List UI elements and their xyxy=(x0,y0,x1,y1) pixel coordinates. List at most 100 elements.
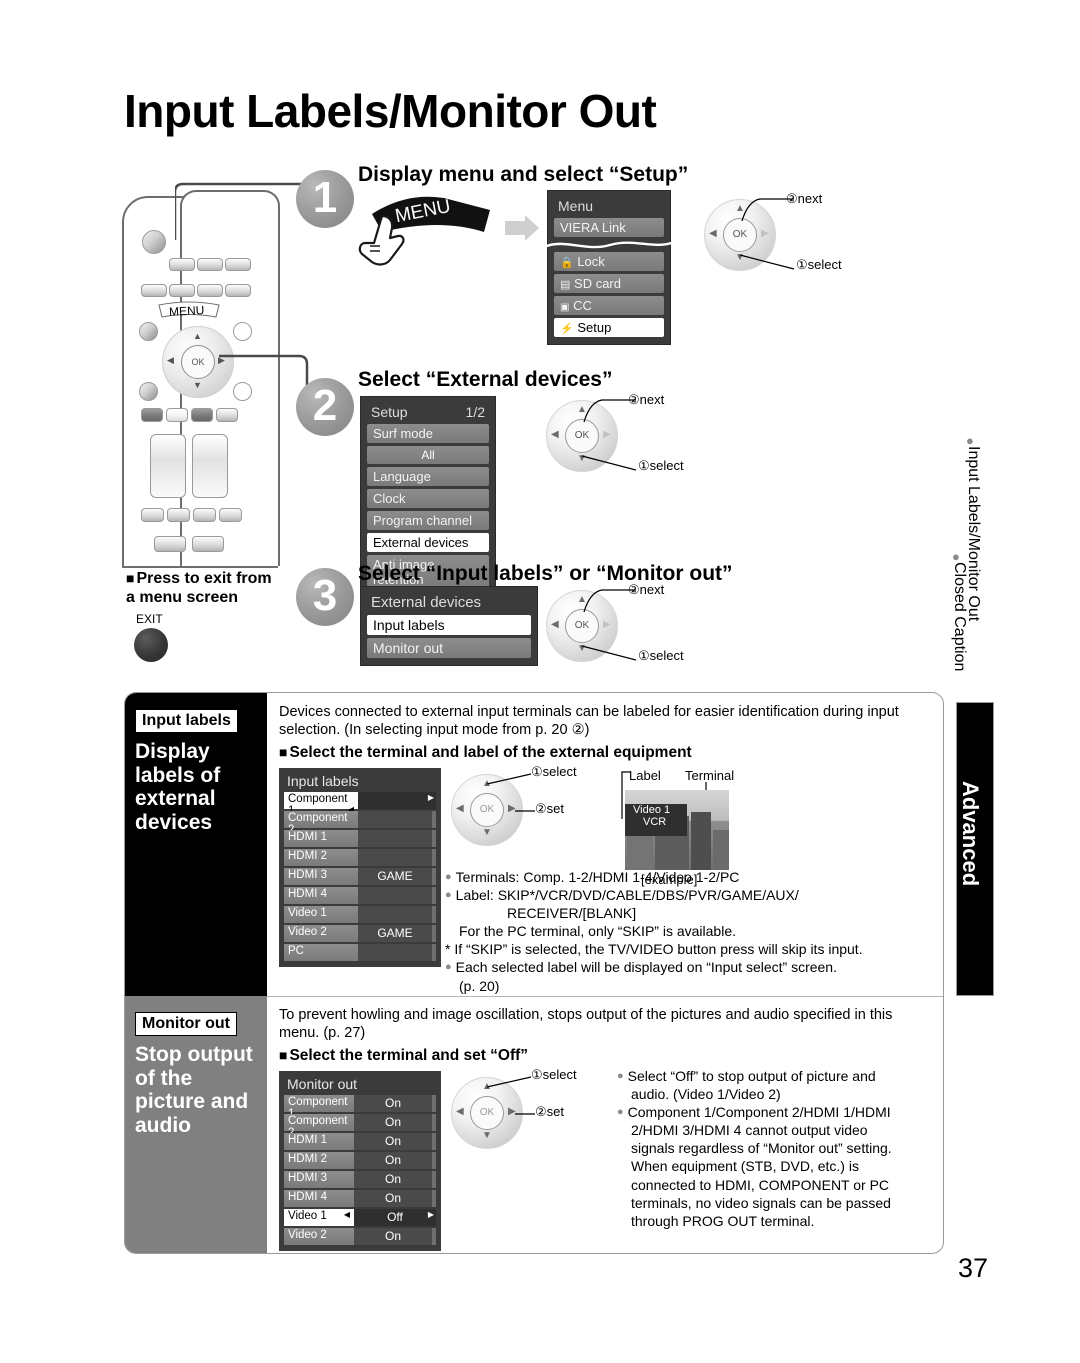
remote-rocker-key xyxy=(150,434,186,498)
exit-note-line1: Press to exit from xyxy=(126,570,306,588)
section-2-heading: Select the terminal and set “Off” xyxy=(279,1047,931,1065)
example-terminal-value: Video 1 xyxy=(633,803,671,816)
monitor-out-table-title: Monitor out xyxy=(287,1075,358,1092)
step-2-callout-select: ①select xyxy=(638,458,684,473)
advanced-tab[interactable]: Advanced xyxy=(956,702,994,996)
row-name: HDMI 3 xyxy=(284,867,358,885)
cc-icon: ▣ xyxy=(560,302,570,313)
row-name: HDMI 1 xyxy=(284,829,358,847)
callout-line-select xyxy=(581,645,637,661)
okpad-right-icon: ▶ xyxy=(603,429,611,440)
section-2-badge: Monitor out xyxy=(135,1012,237,1036)
osd-row-viera-link[interactable]: VIERA Link xyxy=(554,218,664,237)
osd-row-program-channel[interactable]: Program channel xyxy=(367,511,489,530)
sdcard-icon: ▤ xyxy=(560,279,571,291)
row-name: HDMI 4 xyxy=(284,1189,354,1207)
remote-key xyxy=(219,508,242,522)
osd-row-lock[interactable]: 🔒 Lock xyxy=(554,252,664,271)
table-row[interactable]: HDMI 4 On xyxy=(284,1189,436,1207)
table-row[interactable]: PC xyxy=(284,943,436,961)
osd-row-setup[interactable]: ⚡ Setup xyxy=(554,318,664,337)
example-terminal-caption: Terminal xyxy=(685,767,735,783)
note-item: audio. (Video 1/Video 2) xyxy=(631,1085,781,1102)
section-2-sidebar: Monitor out Stop output of the picture a… xyxy=(125,996,267,1253)
note-item: Component 1/Component 2/HDMI 1/HDMI xyxy=(617,1103,943,1121)
section-1-okpad-diagram: OK ▲ ▼ ◀ ▶ ①select ②set xyxy=(445,764,615,860)
remote-key xyxy=(197,284,223,297)
osd-row-surf-mode-value[interactable]: All xyxy=(367,446,489,464)
hand-pointer-icon xyxy=(358,214,405,266)
table-row[interactable]: Component 1 On xyxy=(284,1094,436,1120)
table-row[interactable]: HDMI 2 xyxy=(284,848,436,866)
table-row[interactable]: HDMI 4 xyxy=(284,886,436,904)
okpad-down-icon: ▼ xyxy=(482,1129,492,1141)
remote-key xyxy=(154,536,186,552)
row-name: Component 2 xyxy=(284,810,358,836)
osd-row-sd-card-label: SD card xyxy=(574,276,621,291)
osd-setup-titlebar: Setup 1/2 xyxy=(367,402,489,424)
table-row[interactable]: Component 2 On xyxy=(284,1113,436,1139)
osd-row-sd-card[interactable]: ▤ SD card xyxy=(554,274,664,293)
row-value xyxy=(358,810,436,828)
input-labels-table: Input labels Component 1 Component 2 HDM… xyxy=(279,767,441,967)
section-2-notes: Select “Off” to stop output of picture a… xyxy=(617,1067,943,1231)
osd-row-surf-mode[interactable]: Surf mode xyxy=(367,424,489,443)
section-1-subtitle: Display labels of external devices xyxy=(135,740,221,834)
step-1-heading: Display menu and select “Setup” xyxy=(358,163,689,186)
remote-key xyxy=(192,536,224,552)
table-row[interactable]: Video 1 Off xyxy=(284,1208,436,1226)
page-number: 37 xyxy=(958,1253,989,1283)
osd-external-devices: External devices Input labels Monitor ou… xyxy=(360,586,538,666)
exit-button[interactable] xyxy=(134,628,168,662)
section-1-badge: Input labels xyxy=(135,709,238,733)
table-row[interactable]: Component 1 xyxy=(284,791,436,817)
remote-round-key xyxy=(139,382,158,401)
osd-menu-title: Menu xyxy=(558,198,594,214)
table-row[interactable]: HDMI 3 GAME xyxy=(284,867,436,885)
osd-row-clock[interactable]: Clock xyxy=(367,489,489,508)
table-row[interactable]: Video 1 xyxy=(284,905,436,923)
okpad-ok-button[interactable]: OK xyxy=(470,792,504,827)
section-1-sidebar: Input labels Display labels of external … xyxy=(125,693,267,996)
table-row[interactable]: HDMI 2 On xyxy=(284,1151,436,1169)
osd-row-cc[interactable]: ▣ CC xyxy=(554,296,664,315)
callout-line-select xyxy=(581,455,637,471)
okpad-ok-button[interactable]: OK xyxy=(470,1095,504,1130)
note-item: Each selected label will be displayed on… xyxy=(445,958,943,976)
section-2-callout-set: ②set xyxy=(535,1103,564,1119)
osd-row-external-devices[interactable]: External devices xyxy=(367,533,489,552)
note-item: Select “Off” to stop output of picture a… xyxy=(617,1067,943,1085)
remote-key xyxy=(197,258,223,271)
row-name: HDMI 1 xyxy=(284,1132,354,1150)
callout-line-select xyxy=(486,772,532,785)
osd-row-language[interactable]: Language xyxy=(367,467,489,486)
remote-color-key xyxy=(216,408,238,422)
table-row[interactable]: Component 2 xyxy=(284,810,436,836)
row-value: On xyxy=(354,1227,436,1245)
callout-line-set xyxy=(515,809,535,812)
step-1-callout-next: ②next xyxy=(786,191,823,206)
osd-row-monitor-out[interactable]: Monitor out xyxy=(367,638,531,658)
row-value xyxy=(358,791,436,809)
osd-row-lock-label: Lock xyxy=(577,254,605,269)
remote-color-key xyxy=(166,408,188,422)
page-title: Input Labels/Monitor Out xyxy=(124,85,657,137)
remote-key xyxy=(167,508,190,522)
table-row[interactable]: HDMI 3 On xyxy=(284,1170,436,1188)
okpad-left-icon: ◀ xyxy=(456,1105,464,1117)
section-1-notes: Terminals: Comp. 1-2/HDMI 1-4/Video 1-2/… xyxy=(445,868,943,995)
section-1-callout-select: ①select xyxy=(531,763,577,779)
table-row[interactable]: Video 2 On xyxy=(284,1227,436,1245)
osd-row-input-labels[interactable]: Input labels xyxy=(367,615,531,635)
remote-key xyxy=(193,508,216,522)
table-row[interactable]: Video 2 GAME xyxy=(284,924,436,942)
content-panel: Input labels Display labels of external … xyxy=(124,692,944,1254)
section-1-intro: Devices connected to external input term… xyxy=(279,704,899,739)
side-index-item-1[interactable]: Closed Caption xyxy=(950,562,968,671)
note-item: When equipment (STB, DVD, etc.) is xyxy=(631,1158,859,1175)
table-row[interactable]: HDMI 1 xyxy=(284,829,436,847)
row-value: Off xyxy=(354,1208,436,1226)
row-name: Component 2 xyxy=(284,1113,354,1139)
row-value: On xyxy=(354,1170,436,1188)
table-row[interactable]: HDMI 1 On xyxy=(284,1132,436,1150)
